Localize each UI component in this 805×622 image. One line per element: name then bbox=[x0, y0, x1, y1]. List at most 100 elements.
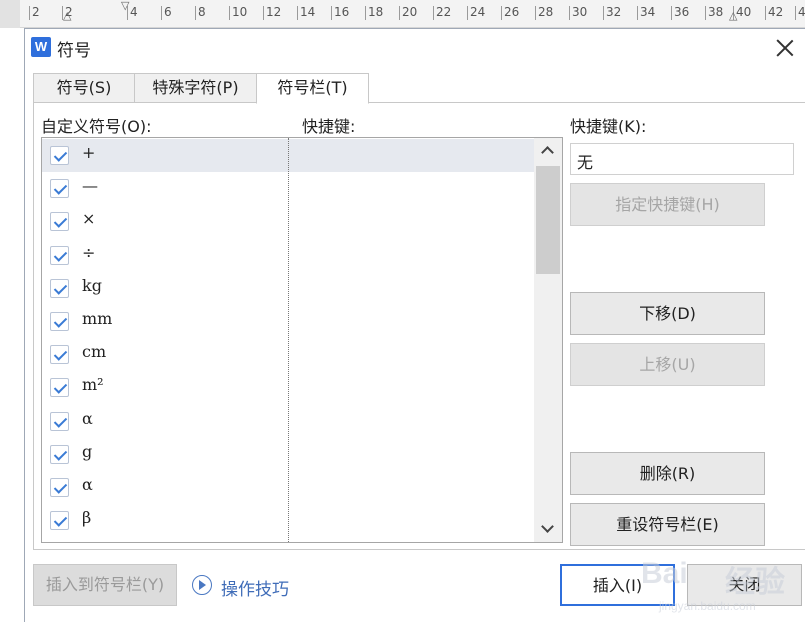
ruler-tick bbox=[467, 6, 468, 20]
ruler-tick bbox=[399, 6, 400, 20]
ruler-tick bbox=[603, 6, 604, 20]
ruler-tick bbox=[29, 6, 30, 20]
chevron-up-icon bbox=[541, 146, 554, 159]
shortcut-cell bbox=[290, 272, 534, 305]
reset-symbol-bar-button[interactable]: 重设符号栏(E) bbox=[570, 503, 765, 546]
symbol-text: ÷ bbox=[82, 242, 96, 262]
document-ruler: 2 2 4 6 8 10 12 14 16 18 20 22 24 26 28 30 32 34 36 38 40 42 4… bbox=[0, 0, 805, 28]
ruler-number: 28 bbox=[538, 5, 554, 19]
ruler-tick bbox=[765, 6, 766, 20]
play-icon[interactable] bbox=[192, 575, 212, 595]
close-button[interactable]: 关闭 bbox=[687, 564, 802, 606]
ruler-number: 42 bbox=[768, 5, 784, 19]
column-divider bbox=[288, 138, 289, 542]
ruler-tick bbox=[637, 6, 638, 20]
list-scrollbar[interactable] bbox=[534, 138, 562, 542]
first-line-indent-marker-icon[interactable]: ▽ bbox=[121, 0, 129, 11]
symbol-checkbox[interactable] bbox=[50, 146, 69, 165]
scroll-up-button[interactable] bbox=[534, 138, 562, 164]
shortcut-key-label: 快捷键(K): bbox=[570, 117, 647, 136]
symbol-text: m² bbox=[82, 375, 104, 395]
ruler-tick bbox=[229, 6, 230, 20]
ruler-tick bbox=[535, 6, 536, 20]
ruler-number: 30 bbox=[572, 5, 588, 19]
ruler-number: 36 bbox=[674, 5, 690, 19]
shortcut-cell bbox=[290, 371, 534, 404]
dialog-title: 符号 bbox=[57, 41, 91, 61]
ruler-number: 44 bbox=[798, 5, 805, 19]
symbol-text: β bbox=[82, 508, 92, 528]
indent-marker-icon[interactable]: △ bbox=[63, 10, 71, 21]
symbol-checkbox[interactable] bbox=[50, 278, 69, 298]
symbol-text: α bbox=[82, 475, 93, 494]
ruler-number: 14 bbox=[300, 5, 316, 19]
symbol-checkbox[interactable] bbox=[50, 179, 69, 199]
chevron-down-icon bbox=[541, 520, 554, 533]
symbol-bar-panel: 自定义符号(O): 快捷键: 快捷键(K): + — × ÷ kg mm cm m² α g α β … bbox=[33, 102, 805, 550]
shortcut-cell bbox=[290, 471, 534, 504]
ruler-number: 38 bbox=[708, 5, 724, 19]
ruler-number: 16 bbox=[334, 5, 350, 19]
ruler-tick bbox=[161, 6, 162, 20]
symbol-checkbox[interactable] bbox=[50, 245, 69, 265]
symbol-checkbox[interactable] bbox=[50, 444, 69, 464]
symbol-checkbox[interactable] bbox=[50, 511, 69, 531]
close-icon[interactable] bbox=[773, 36, 797, 60]
shortcut-cell bbox=[290, 405, 534, 438]
ruler-number: 40 bbox=[736, 5, 752, 19]
ruler-tick bbox=[671, 6, 672, 20]
insert-button[interactable]: 插入(I) bbox=[560, 564, 675, 606]
symbol-dialog: W 符号 符号(S) 特殊字符(P) 符号栏(T) 自定义符号(O): 快捷键:… bbox=[24, 28, 805, 622]
tab-symbol-bar[interactable]: 符号栏(T) bbox=[256, 73, 369, 104]
ruler-tick bbox=[705, 6, 706, 20]
move-up-button[interactable]: 上移(U) bbox=[570, 343, 765, 386]
scroll-down-button[interactable] bbox=[534, 516, 562, 542]
symbol-text: — bbox=[82, 176, 98, 196]
ruler-tick bbox=[263, 6, 264, 20]
ruler-number: 32 bbox=[606, 5, 622, 19]
ruler-number: 34 bbox=[640, 5, 656, 19]
shortcut-cell bbox=[290, 139, 534, 172]
symbol-text: + bbox=[82, 143, 96, 162]
tips-link[interactable]: 操作技巧 bbox=[221, 575, 289, 600]
shortcut-key-input[interactable]: 无 bbox=[570, 143, 794, 175]
shortcut-cell bbox=[290, 305, 534, 338]
ruler-tick bbox=[795, 6, 796, 20]
ruler-number: 4 bbox=[130, 5, 138, 19]
ruler-tick bbox=[297, 6, 298, 20]
insert-to-symbol-bar-button[interactable]: 插入到符号栏(Y) bbox=[33, 564, 177, 606]
shortcut-cell bbox=[290, 438, 534, 471]
tab-symbols[interactable]: 符号(S) bbox=[33, 73, 135, 103]
symbol-text: cm bbox=[82, 342, 107, 362]
symbol-checkbox[interactable] bbox=[50, 478, 69, 497]
custom-symbols-label: 自定义符号(O): bbox=[41, 117, 152, 136]
custom-symbol-list[interactable]: + — × ÷ kg mm cm m² α g α β bbox=[41, 137, 563, 543]
ruler-number: 8 bbox=[198, 5, 206, 19]
ruler-margin bbox=[0, 0, 20, 28]
ruler-number: 22 bbox=[436, 5, 452, 19]
symbol-text: × bbox=[82, 209, 96, 229]
delete-button[interactable]: 删除(R) bbox=[570, 452, 765, 495]
ruler-number: 12 bbox=[266, 5, 282, 19]
ruler-tick bbox=[365, 6, 366, 20]
move-down-button[interactable]: 下移(D) bbox=[570, 292, 765, 335]
symbol-checkbox[interactable] bbox=[50, 312, 69, 331]
symbol-checkbox[interactable] bbox=[50, 345, 69, 365]
ruler-number: 6 bbox=[164, 5, 172, 19]
ruler-number: 20 bbox=[402, 5, 418, 19]
shortcut-cell bbox=[290, 172, 534, 205]
symbol-checkbox[interactable] bbox=[50, 212, 69, 232]
ruler-tick bbox=[433, 6, 434, 20]
scroll-thumb[interactable] bbox=[536, 166, 560, 274]
symbol-checkbox[interactable] bbox=[50, 378, 69, 398]
ruler-tick bbox=[195, 6, 196, 20]
title-bar[interactable]: W 符号 bbox=[25, 29, 805, 65]
ruler-number: 24 bbox=[470, 5, 486, 19]
ruler-number: 26 bbox=[504, 5, 520, 19]
assign-shortcut-button[interactable]: 指定快捷键(H) bbox=[570, 183, 765, 226]
ruler-number: 18 bbox=[368, 5, 384, 19]
wps-app-icon: W bbox=[31, 37, 51, 57]
symbol-checkbox[interactable] bbox=[50, 411, 69, 431]
right-indent-marker-icon[interactable]: △ bbox=[729, 10, 737, 21]
tab-special-characters[interactable]: 特殊字符(P) bbox=[134, 73, 257, 103]
